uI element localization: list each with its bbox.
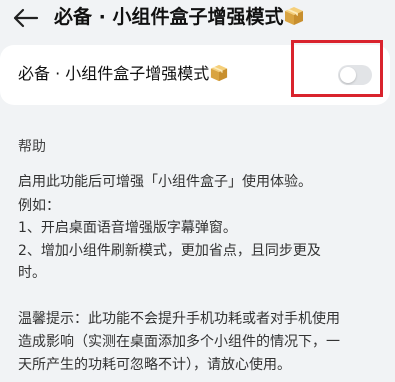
tip-line-1: 温馨提示：此功能不会提升手机功耗或者对手机使用	[18, 311, 340, 327]
page-title-text: 必备 · 小组件盒子增强模式	[54, 6, 284, 28]
tip-line-3: 天所产生的功耗可忽略不计），请放心使用。	[18, 357, 291, 373]
setting-label-text: 必备 · 小组件盒子增强模式	[18, 64, 210, 83]
back-arrow-icon[interactable]	[12, 7, 40, 29]
help-item-2-line-1: 2、增加小组件刷新模式，更加省点，且同步更及	[18, 243, 321, 259]
setting-label: 必备 · 小组件盒子增强模式	[18, 63, 228, 88]
toggle-knob	[340, 67, 356, 83]
help-heading: 帮助	[18, 139, 46, 155]
header-bar: 必备 · 小组件盒子增强模式	[0, 0, 395, 40]
page-title: 必备 · 小组件盒子增强模式	[54, 5, 304, 32]
package-box-icon	[210, 64, 228, 88]
setting-card: 必备 · 小组件盒子增强模式	[0, 45, 390, 105]
tip-line-2: 造成影响（实测在桌面添加多个小组件的情况下，一	[18, 334, 340, 350]
help-intro: 启用此功能后可增强「小组件盒子」使用体验。	[18, 174, 312, 190]
help-example-label: 例如：	[18, 198, 60, 214]
package-box-icon	[284, 6, 304, 32]
enhanced-mode-toggle[interactable]	[338, 65, 372, 85]
help-item-1: 1、开启桌面语音增强版字幕弹窗。	[18, 220, 237, 236]
help-item-2-line-2: 时。	[18, 265, 46, 281]
